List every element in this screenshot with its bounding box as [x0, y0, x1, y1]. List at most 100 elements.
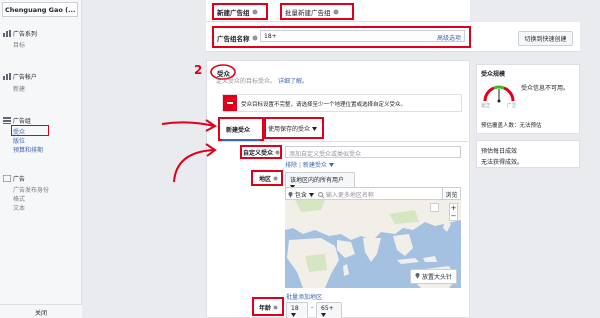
- audience-intro-text: 定义受众的目标受众。: [216, 78, 277, 85]
- location-search-input[interactable]: 输入更多地区名称: [318, 190, 374, 200]
- info-icon: [252, 35, 258, 43]
- daily-results-value: 无法获得成效。: [481, 159, 524, 166]
- daily-results-panel: 预估每日成效 无法获得成效。: [476, 140, 580, 168]
- age-label: 年龄: [259, 303, 278, 312]
- tab-batch-create[interactable]: 批量新建广告组: [285, 7, 339, 17]
- fullscreen-icon[interactable]: [430, 203, 439, 212]
- custom-audience-label: 自定义受众: [243, 148, 280, 157]
- sidebar-account-title: 广告帐户: [12, 74, 37, 81]
- estimated-reach-value: 无法预估: [519, 123, 542, 129]
- location-label: 地区: [259, 174, 278, 183]
- tab-saved-audience-label: 使用保存的受众: [268, 126, 311, 133]
- info-icon: [273, 305, 278, 312]
- tab-divider: [218, 141, 468, 142]
- info-icon: [333, 9, 339, 17]
- adset-name-input[interactable]: 18+ 高级选项: [260, 30, 465, 42]
- sidebar-item-format[interactable]: 格式: [13, 194, 49, 203]
- sidebar: Chenguang Gao (... 广告系列 目标 广告帐户 新建 广告组 受…: [0, 0, 82, 318]
- caret-down-icon: [308, 192, 314, 199]
- annotation-box-audience-nav: [11, 125, 49, 136]
- sidebar-section-account[interactable]: 广告帐户: [3, 72, 37, 82]
- sidebar-item-budget[interactable]: 预算和排期: [13, 145, 73, 154]
- sidebar-item-text[interactable]: 文本: [13, 203, 49, 212]
- error-icon: [223, 95, 237, 111]
- custom-audience-actions: 排除 | 新建受众: [285, 160, 334, 169]
- tab-saved-audience[interactable]: 使用保存的受众: [268, 124, 317, 133]
- daily-results-title: 预估每日成效: [481, 148, 518, 155]
- chevron-down-icon: [69, 15, 75, 16]
- custom-audience-placeholder: 添加自定义受众或类似受众: [289, 151, 362, 158]
- location-type-value: 该地区内的所有用户: [290, 177, 345, 184]
- learn-more-link[interactable]: 详细了解。: [278, 78, 308, 85]
- pin-icon: [288, 191, 293, 200]
- drop-pin-button[interactable]: 放置大头针: [410, 268, 457, 284]
- info-icon: [273, 176, 278, 183]
- pin-icon: [415, 273, 420, 281]
- advanced-options-link[interactable]: 高级选项: [437, 33, 461, 42]
- sidebar-ad-title: 广告: [12, 176, 25, 183]
- campaign-icon: [3, 30, 11, 39]
- sidebar-section-campaign[interactable]: 广告系列: [3, 29, 37, 39]
- age-max-select[interactable]: 65+: [316, 302, 342, 318]
- info-icon: [252, 9, 258, 17]
- exclude-link[interactable]: 排除: [285, 162, 297, 169]
- custom-audience-input[interactable]: 添加自定义受众或类似受众: [285, 146, 461, 158]
- include-select[interactable]: 包含: [288, 190, 314, 200]
- account-icon: [3, 73, 11, 82]
- sidebar-item-placements[interactable]: 版位: [13, 136, 73, 145]
- audience-size-title: 受众规模: [481, 71, 506, 78]
- caret-down-icon: [321, 312, 326, 318]
- sidebar-item-identity[interactable]: 广告发布身份: [13, 185, 49, 194]
- custom-audience-label-text: 自定义受众: [243, 150, 274, 157]
- batch-add-locations-link[interactable]: 批量添加地区: [286, 292, 322, 301]
- audience-intro: 定义受众的目标受众。 详细了解。: [216, 76, 308, 85]
- audience-size-desc: 受众信息不可用。: [521, 85, 570, 92]
- location-search-row: 包含 输入更多地区名称 浏览: [285, 187, 461, 200]
- zoom-out-icon[interactable]: −: [450, 212, 457, 220]
- close-button[interactable]: 关闭: [0, 304, 82, 318]
- sidebar-section-ad[interactable]: 广告: [2, 174, 25, 184]
- account-name: Chenguang Gao (...: [5, 6, 76, 14]
- age-min-select[interactable]: 18: [286, 302, 308, 318]
- estimated-reach: 预估覆盖人数：无法预估: [481, 121, 542, 129]
- audience-size-gauge: 宽泛 广泛: [481, 81, 517, 111]
- adset-name-value: 18+: [264, 33, 277, 40]
- error-notice: 受众目标设置不完整，请选择至少一个地理位置或选择自定义受众。: [222, 94, 462, 112]
- estimated-reach-label: 预估覆盖人数：: [481, 123, 520, 129]
- search-icon: [318, 191, 325, 200]
- gauge-left-label: 宽泛: [481, 104, 490, 109]
- create-new-audience-link[interactable]: 新建受众: [303, 162, 327, 169]
- ad-icon: [2, 174, 12, 184]
- sidebar-adset-title: 广告组: [12, 118, 31, 125]
- sidebar-item-new[interactable]: 新建: [13, 84, 25, 93]
- audience-size-panel: 受众规模 宽泛 广泛 受众信息不可用。 预估覆盖人数：无法预估: [476, 64, 580, 134]
- adset-icon: [3, 117, 11, 126]
- tab-new-audience[interactable]: 新建受众: [226, 125, 250, 134]
- switch-quick-create-button[interactable]: 切换到快速创建: [518, 31, 573, 46]
- location-label-text: 地区: [259, 176, 272, 183]
- age-label-text: 年龄: [259, 305, 272, 312]
- gauge-right-label: 广泛: [507, 104, 516, 109]
- annotation-arrow-custom-audience: [173, 143, 217, 183]
- drop-pin-label: 放置大头针: [421, 273, 452, 281]
- sidebar-campaign-title: 广告系列: [12, 31, 37, 38]
- info-icon: [275, 150, 280, 157]
- caret-down-icon: [291, 312, 296, 318]
- tab-batch-create-label: 批量新建广告组: [285, 9, 331, 17]
- sidebar-ad-list: 广告发布身份 格式 文本: [13, 185, 49, 212]
- caret-down-icon: [328, 162, 334, 169]
- zoom-in-icon[interactable]: +: [450, 204, 457, 212]
- tab-new-adset[interactable]: 新建广告组: [217, 7, 258, 17]
- sidebar-item-objective[interactable]: 目标: [13, 40, 25, 49]
- gauge-icon: [483, 85, 515, 103]
- annotation-number: 2: [194, 63, 203, 77]
- account-selector[interactable]: Chenguang Gao (...: [2, 2, 78, 17]
- location-map[interactable]: + − 放置大头针: [285, 200, 461, 288]
- age-max-value: 65+: [321, 305, 334, 312]
- adset-name-label-text: 广告组名称: [217, 35, 250, 43]
- location-search-placeholder: 输入更多地区名称: [325, 192, 374, 199]
- browse-button[interactable]: 浏览: [442, 188, 460, 199]
- zoom-controls[interactable]: + −: [449, 203, 458, 221]
- annotation-arrow-new-audience: [161, 119, 217, 132]
- age-min-value: 18: [291, 305, 299, 312]
